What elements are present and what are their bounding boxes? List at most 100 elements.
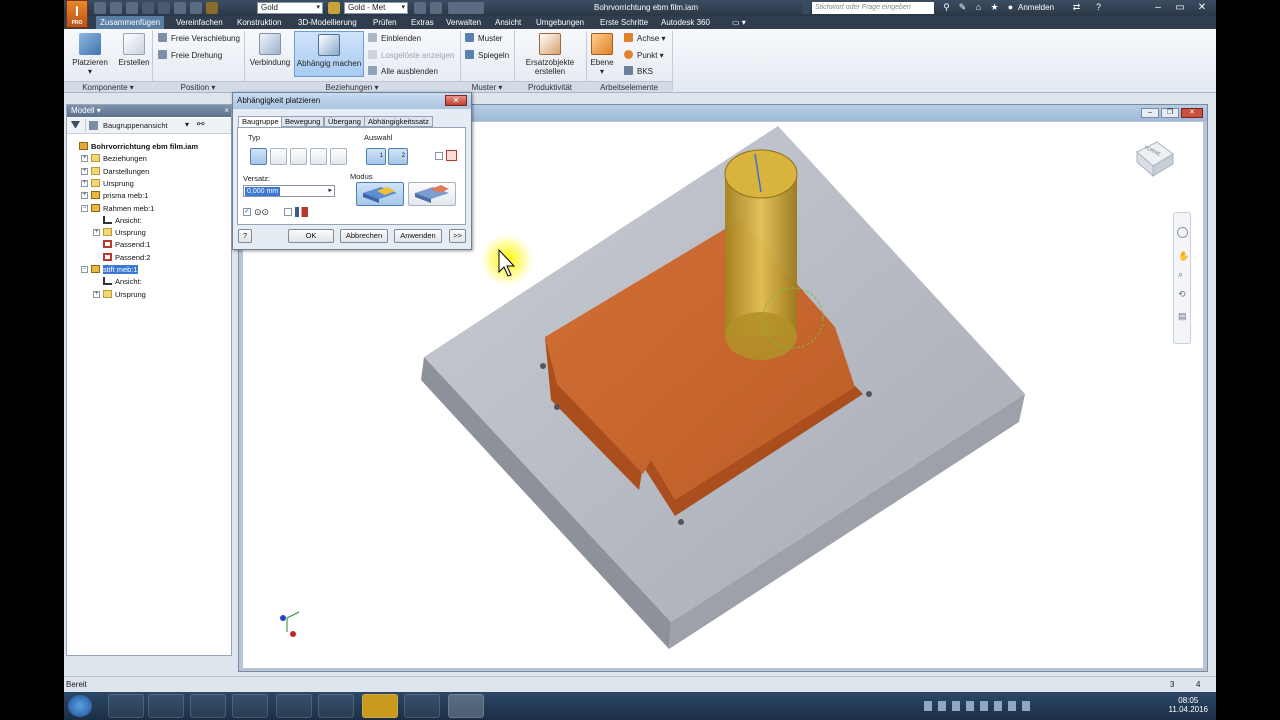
maximize-icon[interactable]: ▭	[1168, 0, 1192, 16]
group-beziehungen-label[interactable]: Beziehungen ▾	[244, 81, 460, 92]
start-button-icon[interactable]	[68, 695, 92, 717]
punkt-button[interactable]: Punkt ▾	[624, 50, 664, 62]
tab-autodesk-360[interactable]: Autodesk 360	[661, 16, 710, 29]
help-icon[interactable]: ?	[1094, 3, 1103, 12]
open-icon[interactable]	[110, 2, 122, 14]
mate-mode-button[interactable]	[356, 182, 404, 206]
tangent-constraint-icon[interactable]	[290, 148, 307, 165]
freie-drehung-button[interactable]: Freie Drehung	[158, 50, 222, 62]
muster-button[interactable]: Muster	[465, 33, 502, 45]
search-expander-icon[interactable]	[802, 2, 810, 14]
fx-params-icon[interactable]	[448, 2, 484, 14]
viewcube[interactable]: VORNE	[1131, 138, 1175, 178]
chevron-down-icon[interactable]: ▾	[185, 120, 189, 129]
abhaengig-machen-button[interactable]: Abhängig machen	[294, 31, 364, 77]
system-tray-icons[interactable]	[924, 701, 1034, 711]
tree-item[interactable]: stift meb:1	[91, 264, 138, 275]
insert-constraint-icon[interactable]	[310, 148, 327, 165]
redo-icon[interactable]	[158, 2, 170, 14]
look-at-icon[interactable]: ▤	[1178, 311, 1187, 322]
first-click-checkbox[interactable]	[435, 152, 443, 160]
tree-item[interactable]: Darstellungen	[91, 166, 149, 177]
tab-uebergang[interactable]: Übergang	[324, 116, 365, 127]
tab-baugruppe[interactable]: Baugruppe	[238, 116, 283, 127]
verbindung-button[interactable]: Verbindung	[248, 31, 292, 67]
help-button[interactable]: ?	[238, 229, 252, 243]
group-position-label[interactable]: Position ▾	[152, 81, 244, 92]
tree-item[interactable]: prisma meb:1	[91, 190, 148, 201]
abbrechen-button[interactable]: Abbrechen	[340, 229, 388, 243]
dialog-close-icon[interactable]: ✕	[445, 95, 467, 106]
tree-item[interactable]: Ursprung	[103, 227, 146, 238]
achse-button[interactable]: Achse ▾	[624, 33, 665, 45]
tree-item[interactable]: Bohrvorrichtung ebm film.iam	[79, 141, 198, 152]
flush-mode-button[interactable]	[408, 182, 456, 206]
tools-icon[interactable]: ✎	[958, 3, 967, 12]
tab-extras[interactable]: Extras	[411, 16, 434, 29]
subscription-icon[interactable]: ⌂	[974, 3, 983, 12]
inventor-taskbar-icon[interactable]	[448, 694, 484, 718]
tab-zusammenfuegen[interactable]: Zusammenfügen	[96, 16, 165, 29]
erstellen-button[interactable]: Erstellen	[114, 31, 154, 67]
tab-vereinfachen[interactable]: Vereinfachen	[176, 16, 223, 29]
clock[interactable]: 08:05 11.04.2016	[1169, 696, 1208, 714]
tree-item[interactable]: Passend:2	[103, 252, 150, 263]
alle-ausblenden-button[interactable]: Alle ausblenden	[368, 66, 438, 78]
mate-constraint-icon[interactable]	[250, 148, 267, 165]
signin-link[interactable]: Anmelden	[1018, 3, 1054, 12]
bks-button[interactable]: BKS	[624, 66, 653, 78]
limits-checkbox[interactable]	[284, 208, 292, 216]
ok-button[interactable]: OK	[288, 229, 334, 243]
more-button[interactable]: >>	[449, 229, 466, 243]
tree-expander-icon[interactable]: +	[81, 167, 88, 175]
restore-icon[interactable]: ❐	[1161, 108, 1179, 118]
tree-item[interactable]: Ansicht:	[103, 276, 142, 287]
selection-1-button[interactable]: 1	[366, 148, 386, 165]
orbit-icon[interactable]: ⟲	[1178, 289, 1186, 300]
tree-item[interactable]: Ursprung	[103, 289, 146, 300]
tab-umgebungen[interactable]: Umgebungen	[536, 16, 584, 29]
platzieren-button[interactable]: Platzieren ▾	[70, 31, 110, 76]
tab-pruefen[interactable]: Prüfen	[373, 16, 397, 29]
favorites-icon[interactable]: ★	[990, 3, 999, 12]
chevron-right-icon[interactable]: ▸	[328, 186, 332, 194]
predict-offset-icon[interactable]	[446, 150, 457, 161]
outlook-icon[interactable]	[190, 694, 226, 718]
binoculars-icon[interactable]: ⚯	[197, 119, 205, 130]
clear-appearance-icon[interactable]	[414, 2, 426, 14]
tree-expander-icon[interactable]: +	[93, 229, 100, 237]
close-icon[interactable]: ✕	[1190, 0, 1214, 16]
search-input[interactable]: Stichwort oder Frage eingeben	[812, 2, 934, 14]
adjust-icon[interactable]	[430, 2, 442, 14]
tree-expander-icon[interactable]: +	[81, 179, 88, 187]
tree-expander-icon[interactable]: −	[81, 266, 88, 273]
angle-constraint-icon[interactable]	[270, 148, 287, 165]
tab-bewegung[interactable]: Bewegung	[281, 116, 325, 127]
browser-close-icon[interactable]: ×	[224, 106, 229, 115]
tab-ansicht[interactable]: Ansicht	[495, 16, 521, 29]
camera-icon[interactable]	[318, 694, 354, 718]
spiegeln-button[interactable]: Spiegeln	[465, 50, 509, 62]
symmetry-constraint-icon[interactable]	[330, 148, 347, 165]
home-icon[interactable]	[174, 2, 186, 14]
save-icon[interactable]	[126, 2, 138, 14]
minimize-icon[interactable]: –	[1146, 0, 1170, 16]
tree-item[interactable]: Passend:1	[103, 239, 150, 250]
application-menu-button[interactable]: I PRO	[66, 0, 88, 28]
chrome-icon[interactable]	[276, 694, 312, 718]
ebene-button[interactable]: Ebene ▾	[588, 31, 616, 76]
freie-verschiebung-button[interactable]: Freie Verschiebung	[158, 33, 240, 45]
tree-item[interactable]: Beziehungen	[91, 153, 147, 164]
einblenden-button[interactable]: Einblenden	[368, 33, 421, 45]
undo-icon[interactable]	[142, 2, 154, 14]
new-icon[interactable]	[94, 2, 106, 14]
tab-abhaengigkeitssatz[interactable]: Abhängigkeitssatz	[364, 116, 433, 127]
binoculars-icon[interactable]: ⚲	[942, 3, 951, 12]
browser-header[interactable]: Modell ▾	[67, 105, 231, 117]
tree-expander-icon[interactable]: −	[81, 204, 88, 212]
ie-icon[interactable]	[108, 694, 144, 718]
tree-item[interactable]: Rahmen meb:1	[91, 203, 154, 214]
show-preview-checkbox[interactable]: ✓	[243, 208, 251, 216]
group-muster-label[interactable]: Muster ▾	[460, 81, 514, 92]
tree-expander-icon[interactable]: +	[81, 192, 88, 200]
